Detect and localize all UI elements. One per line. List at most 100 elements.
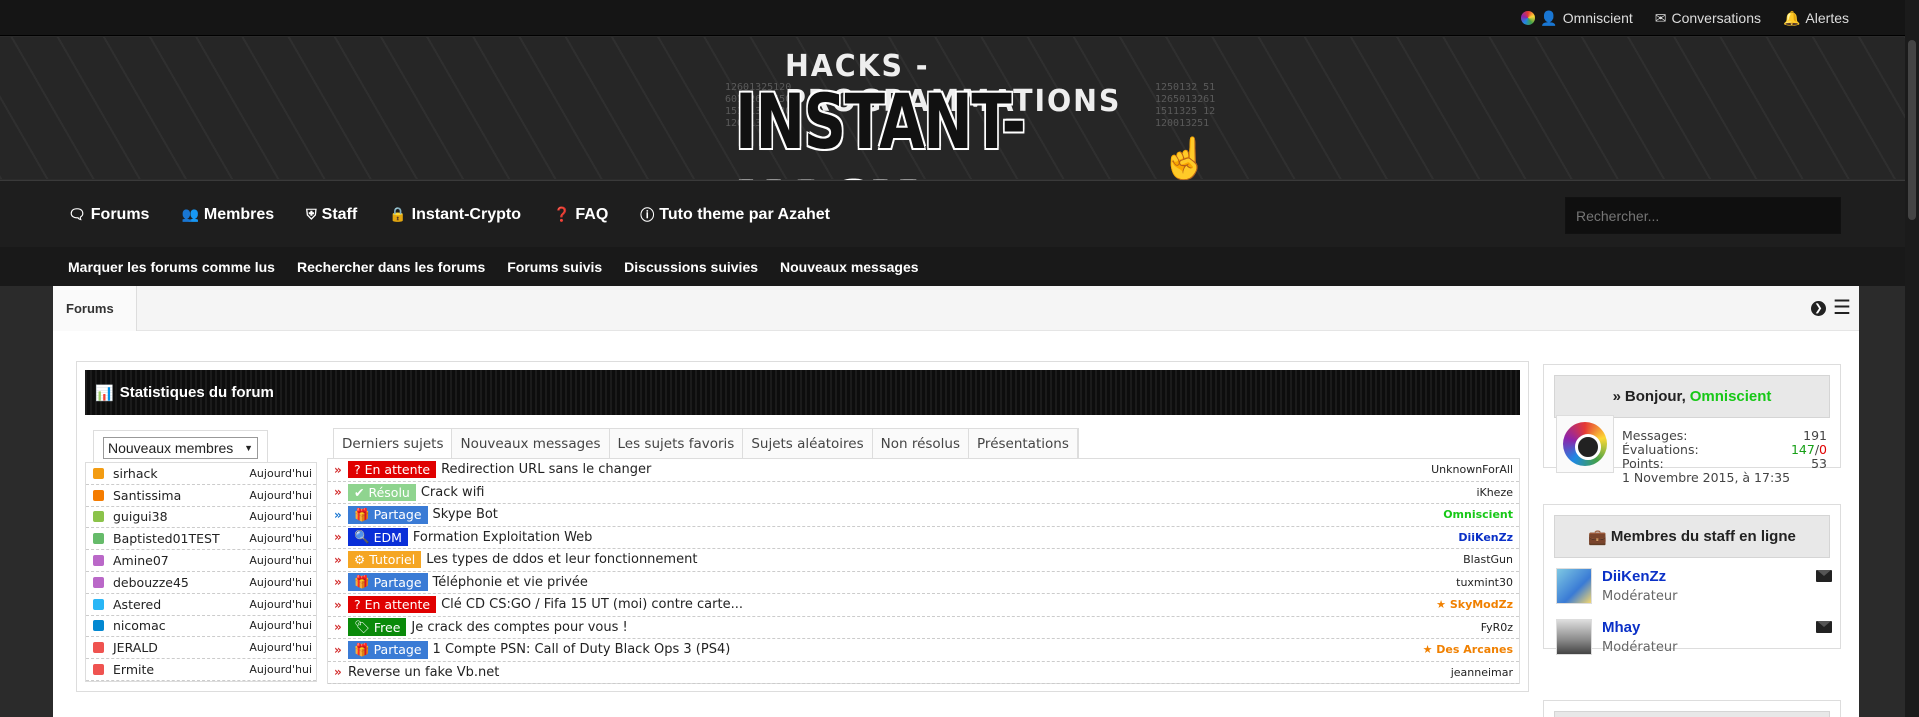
thread-title[interactable]: Redirection URL sans le changer <box>441 462 1431 477</box>
subnav-mark-read[interactable]: Marquer les forums comme lus <box>68 259 275 275</box>
thread-title[interactable]: Crack wifi <box>421 485 1477 500</box>
staff-name-link[interactable]: Mhay <box>1602 619 1640 636</box>
tab-4[interactable]: Non résolus <box>872 429 970 459</box>
subnav-search-forums[interactable]: Rechercher dans les forums <box>297 259 485 275</box>
tab-1[interactable]: Nouveaux messages <box>452 429 610 459</box>
thread-prefix-badge[interactable]: 🎁 Partage <box>348 573 428 592</box>
tab-5[interactable]: Présentations <box>969 429 1078 459</box>
envelope-icon[interactable] <box>1816 621 1832 633</box>
avatar[interactable] <box>93 598 104 610</box>
avatar[interactable] <box>1556 568 1592 604</box>
envelope-icon[interactable] <box>1816 570 1832 582</box>
avatar[interactable] <box>93 620 104 632</box>
jump-arrow-icon[interactable]: ❯ <box>1811 301 1826 316</box>
thread-title[interactable]: Formation Exploitation Web <box>413 530 1458 545</box>
thread-prefix-badge[interactable]: 🎁 Partage <box>348 640 428 659</box>
member-row[interactable]: debouzze45 Aujourd'hui <box>86 572 316 594</box>
member-row[interactable]: Astered Aujourd'hui <box>86 594 316 616</box>
tab-3[interactable]: Sujets aléatoires <box>743 429 873 459</box>
member-row[interactable]: Amine07 Aujourd'hui <box>86 550 316 572</box>
member-row[interactable]: sirhack Aujourd'hui <box>86 463 316 485</box>
thread-author[interactable]: UnknownForAll <box>1431 463 1519 476</box>
breadcrumb[interactable]: Forums <box>53 286 137 331</box>
member-row[interactable]: guigui38 Aujourd'hui <box>86 507 316 529</box>
avatar[interactable] <box>93 576 104 588</box>
nav-tab-staff[interactable]: ⛨ Staff <box>306 206 357 224</box>
avatar[interactable] <box>93 664 104 676</box>
conversations-menu[interactable]: ✉ Conversations <box>1655 10 1761 27</box>
member-name[interactable]: nicomac <box>113 618 249 633</box>
thread-row[interactable]: » 🎁 Partage Skype Bot Omniscient <box>328 504 1519 527</box>
thread-title[interactable]: 1 Compte PSN: Call of Duty Black Ops 3 (… <box>433 642 1423 657</box>
thread-author[interactable]: jeanneimar <box>1451 666 1519 679</box>
thread-title[interactable]: Clé CD CS:GO / Fifa 15 UT (moi) contre c… <box>441 597 1436 612</box>
member-row[interactable]: nicomac Aujourd'hui <box>86 616 316 638</box>
avatar[interactable] <box>93 533 104 545</box>
thread-prefix-badge[interactable]: ? En attente <box>348 461 437 479</box>
thread-row[interactable]: » ? En attente Clé CD CS:GO / Fifa 15 UT (m… <box>328 594 1519 617</box>
search-input[interactable] <box>1565 197 1841 234</box>
member-name[interactable]: Amine07 <box>113 553 249 568</box>
staff-name-link[interactable]: DiiKenZz <box>1602 568 1666 585</box>
subnav-watched-threads[interactable]: Discussions suivies <box>624 259 758 275</box>
user-menu[interactable]: 👤 Omniscient <box>1521 10 1633 27</box>
member-name[interactable]: debouzze45 <box>113 575 249 590</box>
thread-row[interactable]: » Reverse un fake Vb.net jeanneimar <box>328 662 1519 684</box>
tab-0[interactable]: Derniers sujets <box>334 429 453 459</box>
thread-row[interactable]: » 🎁 Partage Téléphonie et vie privée tuxmint… <box>328 572 1519 594</box>
thread-prefix-badge[interactable]: ? En attente <box>348 596 437 614</box>
thread-row[interactable]: » 🏷 Free Je crack des comptes pour vous ! Fy… <box>328 617 1519 639</box>
thread-title[interactable]: Téléphonie et vie privée <box>433 575 1457 590</box>
avatar[interactable] <box>93 467 104 479</box>
member-name[interactable]: sirhack <box>113 466 249 481</box>
nav-tab-tuto-theme[interactable]: ⓘ Tuto theme par Azahet <box>640 205 830 225</box>
thread-title[interactable]: Les types de ddos et leur fonctionnement <box>426 552 1463 567</box>
welcome-user[interactable]: Omniscient <box>1690 388 1772 405</box>
nav-tab-forums[interactable]: 🗨 Forums <box>68 206 149 224</box>
member-row[interactable]: JERALD Aujourd'hui <box>86 637 316 660</box>
thread-prefix-badge[interactable]: ✔ Résolu <box>348 483 416 501</box>
member-name[interactable]: Ermite <box>113 662 249 677</box>
avatar[interactable] <box>93 489 104 501</box>
thread-prefix-badge[interactable]: 🏷 Free <box>348 618 407 637</box>
thread-row[interactable]: » ⚙ Tutoriel Les types de ddos et leur fonc… <box>328 549 1519 572</box>
thread-title[interactable]: Skype Bot <box>433 507 1444 522</box>
avatar[interactable] <box>93 642 104 654</box>
thread-author[interactable]: iKheze <box>1476 486 1519 499</box>
nav-tab-membres[interactable]: 👥 Membres <box>181 206 274 224</box>
nav-tab-faq[interactable]: ❓ FAQ <box>553 206 608 224</box>
thread-author[interactable]: BlastGun <box>1463 553 1519 566</box>
subnav-watched-forums[interactable]: Forums suivis <box>507 259 602 275</box>
thread-title[interactable]: Je crack des comptes pour vous ! <box>411 620 1480 635</box>
avatar[interactable] <box>93 555 104 567</box>
thread-author[interactable]: DiiKenZz <box>1458 531 1519 544</box>
members-dropdown[interactable]: Nouveaux membres ▼ <box>103 437 258 459</box>
member-name[interactable]: Santissima <box>113 488 249 503</box>
avatar[interactable] <box>1556 415 1614 473</box>
alerts-link[interactable]: Alertes <box>1805 10 1849 26</box>
member-name[interactable]: Astered <box>113 597 249 612</box>
member-row[interactable]: Baptisted01TEST Aujourd'hui <box>86 528 316 551</box>
member-row[interactable]: Santissima Aujourd'hui <box>86 485 316 507</box>
member-name[interactable]: Baptisted01TEST <box>113 531 249 546</box>
thread-author[interactable]: Omniscient <box>1443 508 1519 521</box>
thread-prefix-badge[interactable]: 🎁 Partage <box>348 505 428 524</box>
thread-row[interactable]: » ✔ Résolu Crack wifi iKheze <box>328 482 1519 504</box>
conversations-link[interactable]: Conversations <box>1671 10 1761 26</box>
avatar[interactable] <box>1556 619 1592 655</box>
site-logo[interactable]: 12601325120 60132612650 15111325120 1200132… <box>725 47 1215 255</box>
thread-row[interactable]: » 🎁 Partage 1 Compte PSN: Call of Duty Blac… <box>328 639 1519 662</box>
thread-author[interactable]: ★ Des Arcanes <box>1423 643 1519 656</box>
thread-title[interactable]: Reverse un fake Vb.net <box>348 665 1451 680</box>
thread-author[interactable]: tuxmint30 <box>1456 576 1519 589</box>
user-link[interactable]: Omniscient <box>1563 10 1633 26</box>
scrollbar-thumb[interactable] <box>1908 40 1916 220</box>
hamburger-menu-icon[interactable]: ☰ <box>1833 295 1851 320</box>
tab-2[interactable]: Les sujets favoris <box>609 429 744 459</box>
thread-author[interactable]: FyR0z <box>1481 621 1519 634</box>
member-name[interactable]: JERALD <box>113 640 249 655</box>
alerts-menu[interactable]: 🔔 Alertes <box>1783 10 1849 27</box>
thread-row[interactable]: » ? En attente Redirection URL sans le chan… <box>328 459 1519 482</box>
thread-author[interactable]: ★ SkyModZz <box>1436 598 1519 611</box>
subnav-new-posts[interactable]: Nouveaux messages <box>780 259 919 275</box>
